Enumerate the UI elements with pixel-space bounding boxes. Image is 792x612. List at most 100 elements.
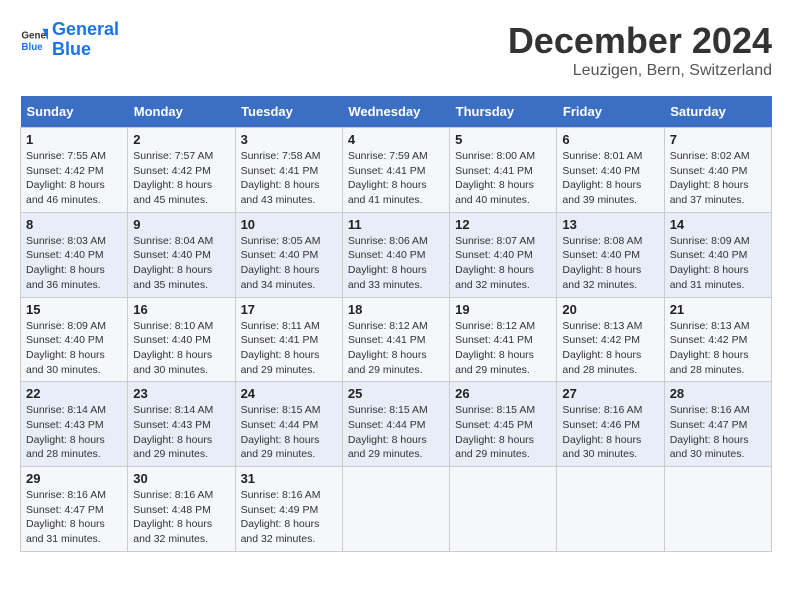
day-info: Sunrise: 8:16 AMSunset: 4:49 PMDaylight:…: [241, 489, 321, 545]
day-number: 29: [26, 471, 122, 486]
calendar-day-cell: 24 Sunrise: 8:15 AMSunset: 4:44 PMDaylig…: [235, 382, 342, 467]
title-block: December 2024 Leuzigen, Bern, Switzerlan…: [508, 20, 772, 80]
day-info: Sunrise: 8:07 AMSunset: 4:40 PMDaylight:…: [455, 235, 535, 291]
day-number: 16: [133, 302, 229, 317]
day-info: Sunrise: 8:01 AMSunset: 4:40 PMDaylight:…: [562, 150, 642, 206]
day-number: 20: [562, 302, 658, 317]
day-number: 27: [562, 386, 658, 401]
day-number: 17: [241, 302, 337, 317]
day-number: 6: [562, 132, 658, 147]
day-number: 12: [455, 217, 551, 232]
day-info: Sunrise: 8:04 AMSunset: 4:40 PMDaylight:…: [133, 235, 213, 291]
day-number: 2: [133, 132, 229, 147]
calendar-week-row: 29 Sunrise: 8:16 AMSunset: 4:47 PMDaylig…: [21, 467, 772, 552]
svg-text:General: General: [21, 30, 48, 41]
calendar-day-cell: 7 Sunrise: 8:02 AMSunset: 4:40 PMDayligh…: [664, 128, 771, 213]
day-info: Sunrise: 7:59 AMSunset: 4:41 PMDaylight:…: [348, 150, 428, 206]
logo: General Blue GeneralBlue: [20, 20, 119, 60]
day-number: 28: [670, 386, 766, 401]
day-info: Sunrise: 8:16 AMSunset: 4:47 PMDaylight:…: [670, 404, 750, 460]
calendar-day-cell: 10 Sunrise: 8:05 AMSunset: 4:40 PMDaylig…: [235, 212, 342, 297]
day-info: Sunrise: 8:13 AMSunset: 4:42 PMDaylight:…: [562, 320, 642, 376]
day-number: 10: [241, 217, 337, 232]
day-info: Sunrise: 8:16 AMSunset: 4:47 PMDaylight:…: [26, 489, 106, 545]
day-info: Sunrise: 8:10 AMSunset: 4:40 PMDaylight:…: [133, 320, 213, 376]
day-number: 19: [455, 302, 551, 317]
logo-text: GeneralBlue: [52, 20, 119, 60]
day-info: Sunrise: 8:08 AMSunset: 4:40 PMDaylight:…: [562, 235, 642, 291]
weekday-header: Saturday: [664, 96, 771, 128]
day-info: Sunrise: 8:15 AMSunset: 4:45 PMDaylight:…: [455, 404, 535, 460]
day-number: 23: [133, 386, 229, 401]
day-number: 15: [26, 302, 122, 317]
calendar-day-cell: 16 Sunrise: 8:10 AMSunset: 4:40 PMDaylig…: [128, 297, 235, 382]
day-info: Sunrise: 8:09 AMSunset: 4:40 PMDaylight:…: [670, 235, 750, 291]
day-info: Sunrise: 8:12 AMSunset: 4:41 PMDaylight:…: [348, 320, 428, 376]
calendar-day-cell: 21 Sunrise: 8:13 AMSunset: 4:42 PMDaylig…: [664, 297, 771, 382]
weekday-header: Thursday: [450, 96, 557, 128]
day-number: 21: [670, 302, 766, 317]
calendar-day-cell: 6 Sunrise: 8:01 AMSunset: 4:40 PMDayligh…: [557, 128, 664, 213]
day-info: Sunrise: 8:05 AMSunset: 4:40 PMDaylight:…: [241, 235, 321, 291]
day-info: Sunrise: 8:02 AMSunset: 4:40 PMDaylight:…: [670, 150, 750, 206]
calendar-day-cell: 9 Sunrise: 8:04 AMSunset: 4:40 PMDayligh…: [128, 212, 235, 297]
calendar-day-cell: 14 Sunrise: 8:09 AMSunset: 4:40 PMDaylig…: [664, 212, 771, 297]
day-info: Sunrise: 8:09 AMSunset: 4:40 PMDaylight:…: [26, 320, 106, 376]
day-info: Sunrise: 7:57 AMSunset: 4:42 PMDaylight:…: [133, 150, 213, 206]
day-number: 9: [133, 217, 229, 232]
calendar-day-cell: [664, 467, 771, 552]
calendar-day-cell: 17 Sunrise: 8:11 AMSunset: 4:41 PMDaylig…: [235, 297, 342, 382]
page-title: December 2024: [508, 20, 772, 62]
calendar-day-cell: 25 Sunrise: 8:15 AMSunset: 4:44 PMDaylig…: [342, 382, 449, 467]
calendar-day-cell: 18 Sunrise: 8:12 AMSunset: 4:41 PMDaylig…: [342, 297, 449, 382]
logo-icon: General Blue: [20, 26, 48, 54]
calendar-day-cell: 13 Sunrise: 8:08 AMSunset: 4:40 PMDaylig…: [557, 212, 664, 297]
calendar-day-cell: 30 Sunrise: 8:16 AMSunset: 4:48 PMDaylig…: [128, 467, 235, 552]
calendar-body: 1 Sunrise: 7:55 AMSunset: 4:42 PMDayligh…: [21, 128, 772, 552]
day-number: 4: [348, 132, 444, 147]
calendar-day-cell: 31 Sunrise: 8:16 AMSunset: 4:49 PMDaylig…: [235, 467, 342, 552]
calendar-day-cell: 4 Sunrise: 7:59 AMSunset: 4:41 PMDayligh…: [342, 128, 449, 213]
calendar-day-cell: 3 Sunrise: 7:58 AMSunset: 4:41 PMDayligh…: [235, 128, 342, 213]
day-info: Sunrise: 7:58 AMSunset: 4:41 PMDaylight:…: [241, 150, 321, 206]
day-number: 24: [241, 386, 337, 401]
day-info: Sunrise: 8:03 AMSunset: 4:40 PMDaylight:…: [26, 235, 106, 291]
day-number: 14: [670, 217, 766, 232]
weekday-header: Friday: [557, 96, 664, 128]
calendar-day-cell: 19 Sunrise: 8:12 AMSunset: 4:41 PMDaylig…: [450, 297, 557, 382]
calendar-day-cell: 26 Sunrise: 8:15 AMSunset: 4:45 PMDaylig…: [450, 382, 557, 467]
calendar-day-cell: [450, 467, 557, 552]
calendar-week-row: 1 Sunrise: 7:55 AMSunset: 4:42 PMDayligh…: [21, 128, 772, 213]
day-info: Sunrise: 8:15 AMSunset: 4:44 PMDaylight:…: [241, 404, 321, 460]
calendar-table: SundayMondayTuesdayWednesdayThursdayFrid…: [20, 96, 772, 552]
page-subtitle: Leuzigen, Bern, Switzerland: [508, 62, 772, 80]
day-number: 26: [455, 386, 551, 401]
calendar-day-cell: [342, 467, 449, 552]
calendar-day-cell: 12 Sunrise: 8:07 AMSunset: 4:40 PMDaylig…: [450, 212, 557, 297]
day-number: 13: [562, 217, 658, 232]
day-number: 5: [455, 132, 551, 147]
calendar-day-cell: 27 Sunrise: 8:16 AMSunset: 4:46 PMDaylig…: [557, 382, 664, 467]
day-number: 22: [26, 386, 122, 401]
calendar-day-cell: 15 Sunrise: 8:09 AMSunset: 4:40 PMDaylig…: [21, 297, 128, 382]
calendar-day-cell: 22 Sunrise: 8:14 AMSunset: 4:43 PMDaylig…: [21, 382, 128, 467]
day-info: Sunrise: 7:55 AMSunset: 4:42 PMDaylight:…: [26, 150, 106, 206]
calendar-day-cell: 20 Sunrise: 8:13 AMSunset: 4:42 PMDaylig…: [557, 297, 664, 382]
day-info: Sunrise: 8:14 AMSunset: 4:43 PMDaylight:…: [26, 404, 106, 460]
day-info: Sunrise: 8:13 AMSunset: 4:42 PMDaylight:…: [670, 320, 750, 376]
day-number: 3: [241, 132, 337, 147]
calendar-day-cell: 5 Sunrise: 8:00 AMSunset: 4:41 PMDayligh…: [450, 128, 557, 213]
day-number: 30: [133, 471, 229, 486]
weekday-header: Tuesday: [235, 96, 342, 128]
day-info: Sunrise: 8:15 AMSunset: 4:44 PMDaylight:…: [348, 404, 428, 460]
day-number: 31: [241, 471, 337, 486]
calendar-day-cell: 29 Sunrise: 8:16 AMSunset: 4:47 PMDaylig…: [21, 467, 128, 552]
day-number: 18: [348, 302, 444, 317]
day-info: Sunrise: 8:12 AMSunset: 4:41 PMDaylight:…: [455, 320, 535, 376]
calendar-week-row: 22 Sunrise: 8:14 AMSunset: 4:43 PMDaylig…: [21, 382, 772, 467]
day-number: 25: [348, 386, 444, 401]
weekday-header: Sunday: [21, 96, 128, 128]
calendar-day-cell: 23 Sunrise: 8:14 AMSunset: 4:43 PMDaylig…: [128, 382, 235, 467]
day-number: 1: [26, 132, 122, 147]
day-info: Sunrise: 8:11 AMSunset: 4:41 PMDaylight:…: [241, 320, 320, 376]
